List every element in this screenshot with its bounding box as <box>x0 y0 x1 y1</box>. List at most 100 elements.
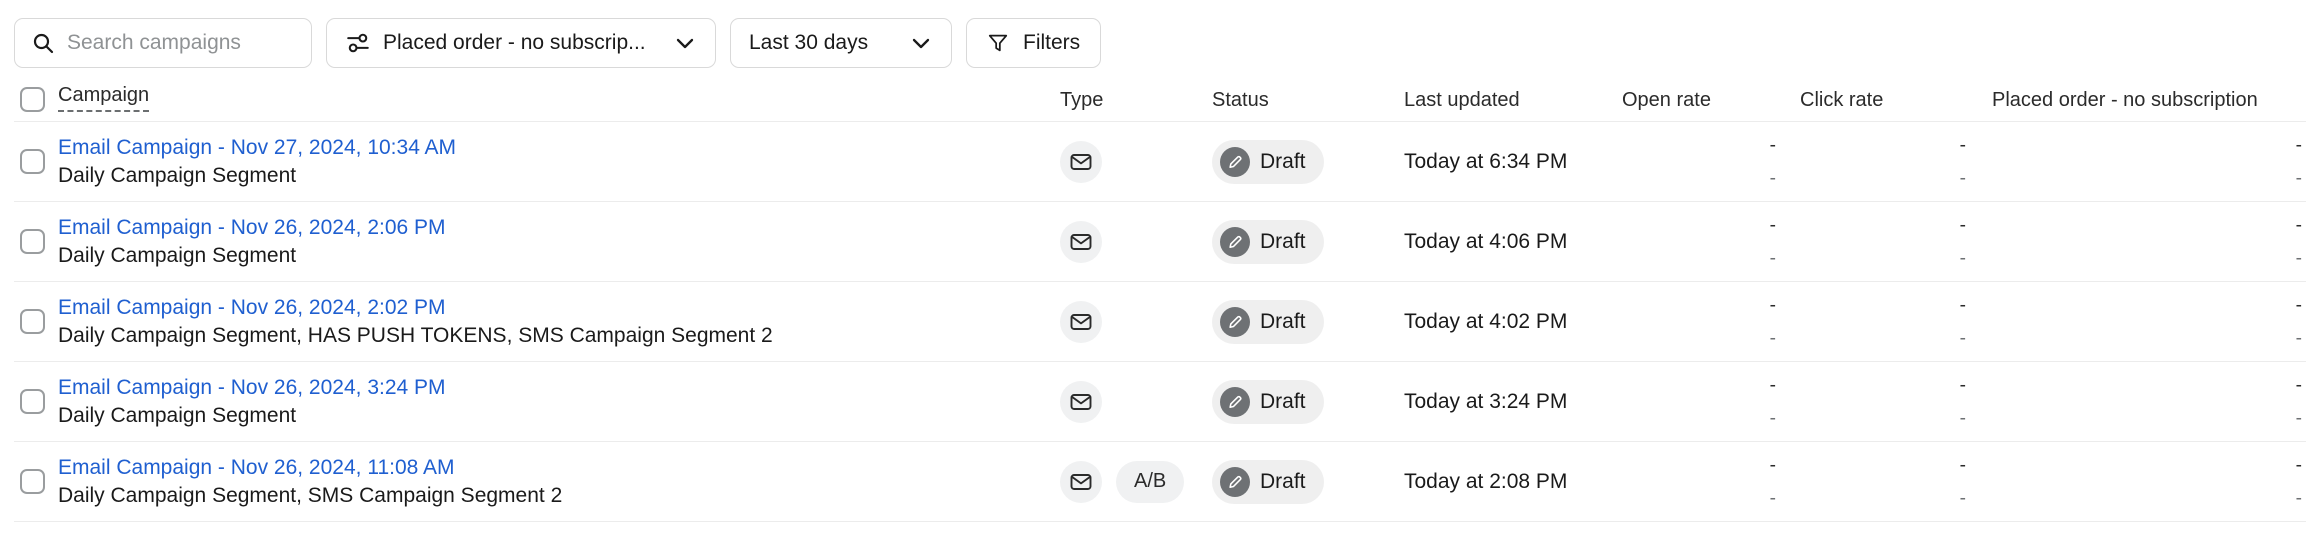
placed-order-primary: - <box>2295 294 2302 316</box>
status-cell: Draft <box>1212 379 1404 424</box>
type-cell <box>1060 380 1212 423</box>
campaign-segments: Daily Campaign Segment <box>58 163 297 187</box>
status-cell: Draft <box>1212 299 1404 344</box>
search-placeholder: Search campaigns <box>67 31 241 54</box>
search-input[interactable]: Search campaigns <box>14 18 312 68</box>
select-all-checkbox[interactable] <box>20 87 45 112</box>
table-row[interactable]: Email Campaign - Nov 26, 2024, 3:24 PM D… <box>14 362 2306 442</box>
column-header-placed-order: Placed order - no subscription <box>1992 89 2306 112</box>
status-badge: Draft <box>1212 379 1324 424</box>
status-badge: Draft <box>1212 219 1324 264</box>
select-all-checkbox-cell <box>14 87 58 112</box>
click-rate-primary: - <box>1959 134 1966 156</box>
placed-order-secondary: - <box>2295 487 2302 509</box>
row-checkbox[interactable] <box>20 389 45 414</box>
column-header-campaign-label[interactable]: Campaign <box>58 84 150 112</box>
open-rate-primary: - <box>1769 454 1776 476</box>
chevron-down-icon[interactable] <box>909 31 933 55</box>
open-rate-secondary: - <box>1769 167 1776 189</box>
type-cell <box>1060 300 1212 343</box>
last-updated-cell: Today at 6:34 PM <box>1404 150 1622 174</box>
placed-order-cell: - - <box>1992 136 2306 188</box>
table-row[interactable]: Email Campaign - Nov 26, 2024, 2:02 PM D… <box>14 282 2306 362</box>
status-badge: Draft <box>1212 459 1324 504</box>
click-rate-primary: - <box>1959 294 1966 316</box>
open-rate-cell: - - <box>1622 376 1800 428</box>
table-row[interactable]: Email Campaign - Nov 27, 2024, 10:34 AM … <box>14 122 2306 202</box>
click-rate-secondary: - <box>1959 487 1966 509</box>
row-checkbox-cell <box>14 229 58 254</box>
campaign-name-link[interactable]: Email Campaign - Nov 26, 2024, 11:08 AM <box>58 456 562 480</box>
email-icon <box>1060 300 1102 343</box>
pencil-icon <box>1220 386 1250 417</box>
open-rate-primary: - <box>1769 374 1776 396</box>
last-updated-value: Today at 4:02 PM <box>1404 309 1568 333</box>
column-header-campaign[interactable]: Campaign <box>58 84 1060 112</box>
click-rate-secondary: - <box>1959 167 1966 189</box>
placed-order-secondary: - <box>2295 327 2302 349</box>
placed-order-cell: - - <box>1992 456 2306 508</box>
pencil-icon <box>1220 466 1250 497</box>
filters-label: Filters <box>1023 31 1081 54</box>
last-updated-value: Today at 4:06 PM <box>1404 229 1568 253</box>
click-rate-cell: - - <box>1800 296 1992 348</box>
campaign-segments: Daily Campaign Segment <box>58 243 297 267</box>
row-checkbox[interactable] <box>20 149 45 174</box>
campaign-cell: Email Campaign - Nov 26, 2024, 2:06 PM D… <box>58 216 1060 268</box>
type-cell <box>1060 140 1212 183</box>
campaign-name-link[interactable]: Email Campaign - Nov 27, 2024, 10:34 AM <box>58 136 456 160</box>
row-checkbox[interactable] <box>20 469 45 494</box>
email-icon <box>1060 380 1102 423</box>
open-rate-cell: - - <box>1622 216 1800 268</box>
email-icon <box>1060 460 1102 503</box>
status-badge: Draft <box>1212 299 1324 344</box>
row-checkbox-cell <box>14 149 58 174</box>
chevron-down-icon[interactable] <box>673 31 697 55</box>
status-badge: Draft <box>1212 139 1324 184</box>
pencil-icon <box>1220 306 1250 337</box>
column-header-status: Status <box>1212 89 1404 112</box>
campaign-name-link[interactable]: Email Campaign - Nov 26, 2024, 2:02 PM <box>58 296 773 320</box>
open-rate-secondary: - <box>1769 327 1776 349</box>
campaign-segments: Daily Campaign Segment, HAS PUSH TOKENS,… <box>58 323 773 347</box>
column-header-open-rate: Open rate <box>1622 89 1800 112</box>
date-range-dropdown[interactable]: Last 30 days <box>730 18 952 68</box>
open-rate-secondary: - <box>1769 247 1776 269</box>
click-rate-primary: - <box>1959 374 1966 396</box>
last-updated-cell: Today at 3:24 PM <box>1404 390 1622 414</box>
placed-order-cell: - - <box>1992 296 2306 348</box>
click-rate-primary: - <box>1959 454 1966 476</box>
placed-order-primary: - <box>2295 454 2302 476</box>
column-header-click-rate-label: Click rate <box>1800 89 1884 111</box>
placed-order-secondary: - <box>2295 247 2302 269</box>
row-checkbox-cell <box>14 309 58 334</box>
placed-order-primary: - <box>2295 214 2302 236</box>
table-row[interactable]: Email Campaign - Nov 26, 2024, 11:08 AM … <box>14 442 2306 522</box>
row-checkbox[interactable] <box>20 229 45 254</box>
campaign-cell: Email Campaign - Nov 26, 2024, 2:02 PM D… <box>58 296 1060 348</box>
campaign-cell: Email Campaign - Nov 26, 2024, 11:08 AM … <box>58 456 1060 508</box>
status-cell: Draft <box>1212 459 1404 504</box>
metric-filter-dropdown[interactable]: Placed order - no subscrip... <box>326 18 716 68</box>
metric-filter-label: Placed order - no subscrip... <box>383 31 646 54</box>
last-updated-cell: Today at 4:06 PM <box>1404 230 1622 254</box>
campaign-name-link[interactable]: Email Campaign - Nov 26, 2024, 2:06 PM <box>58 216 446 240</box>
column-header-last-updated: Last updated <box>1404 89 1622 112</box>
click-rate-secondary: - <box>1959 247 1966 269</box>
open-rate-primary: - <box>1769 214 1776 236</box>
column-header-status-label: Status <box>1212 89 1269 111</box>
email-icon <box>1060 140 1102 183</box>
last-updated-cell: Today at 4:02 PM <box>1404 310 1622 334</box>
table-row[interactable]: Email Campaign - Nov 26, 2024, 2:06 PM D… <box>14 202 2306 282</box>
click-rate-cell: - - <box>1800 216 1992 268</box>
campaign-name-link[interactable]: Email Campaign - Nov 26, 2024, 3:24 PM <box>58 376 446 400</box>
filters-button[interactable]: Filters <box>966 18 1102 68</box>
row-checkbox-cell <box>14 469 58 494</box>
placed-order-cell: - - <box>1992 376 2306 428</box>
sliders-icon <box>345 30 371 56</box>
pencil-icon <box>1220 226 1250 257</box>
campaign-cell: Email Campaign - Nov 27, 2024, 10:34 AM … <box>58 136 1060 188</box>
open-rate-secondary: - <box>1769 407 1776 429</box>
status-label: Draft <box>1260 229 1306 253</box>
row-checkbox[interactable] <box>20 309 45 334</box>
